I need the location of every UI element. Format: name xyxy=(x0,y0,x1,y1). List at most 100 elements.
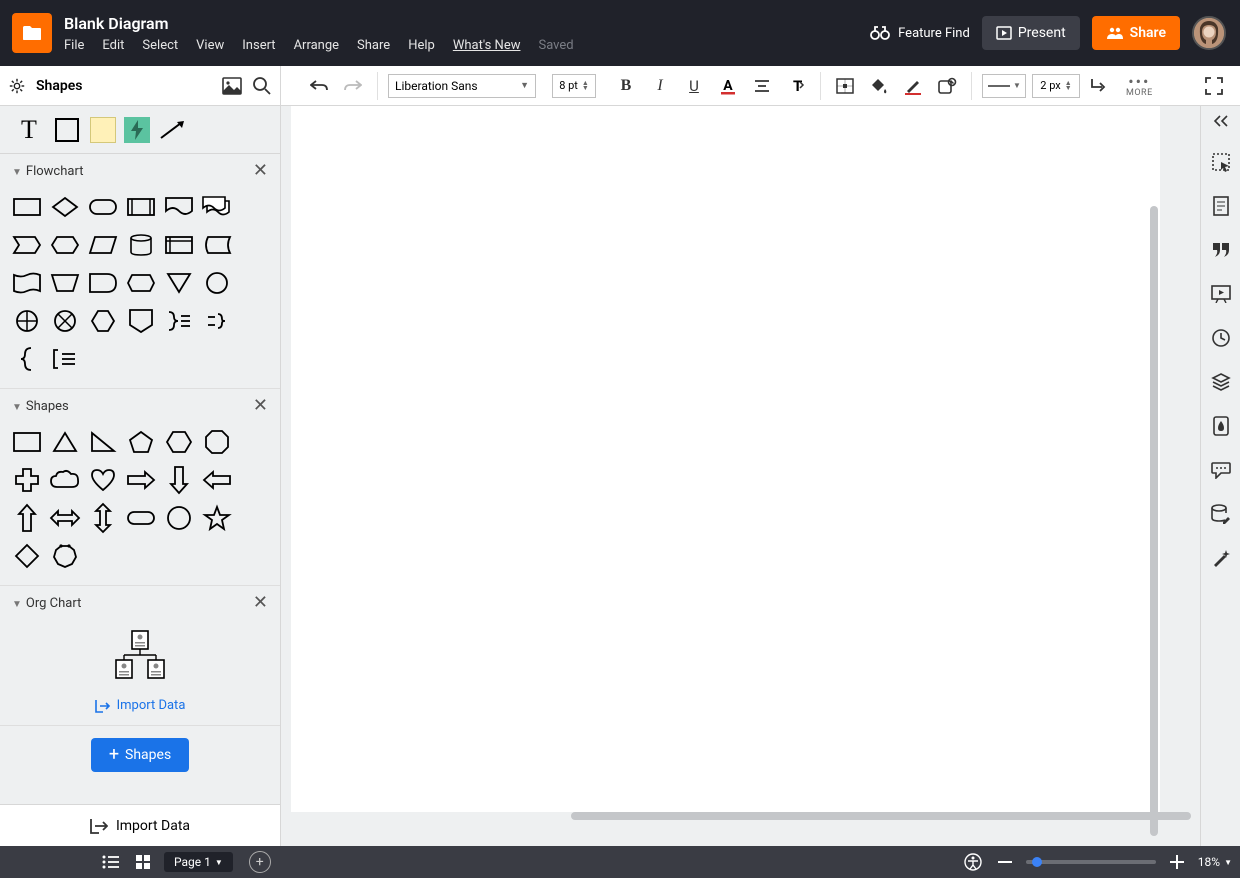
text-options-button[interactable]: T xyxy=(782,72,810,100)
orgchart-import-link[interactable]: Import Data xyxy=(0,698,280,713)
orgchart-shape[interactable] xyxy=(112,630,168,682)
shape-shield[interactable] xyxy=(124,304,158,338)
flowchart-header[interactable]: ▼Flowchart ✕ xyxy=(0,154,280,186)
present-slide-icon[interactable] xyxy=(1209,282,1233,306)
more-button[interactable]: •••MORE xyxy=(1120,74,1159,98)
shape-manual-operation[interactable] xyxy=(48,266,82,300)
wand-icon[interactable] xyxy=(1209,546,1233,570)
line-style-select[interactable]: ▼ xyxy=(982,74,1026,98)
shape-predefined[interactable] xyxy=(124,190,158,224)
close-icon[interactable]: ✕ xyxy=(253,162,268,180)
quick-note[interactable] xyxy=(90,117,116,143)
orgchart-header[interactable]: ▼Org Chart ✕ xyxy=(0,586,280,618)
text-color-button[interactable]: A xyxy=(714,72,742,100)
font-size-select[interactable]: 8 pt▲▼ xyxy=(552,74,596,98)
container-button[interactable] xyxy=(831,72,859,100)
collapse-rail-button[interactable] xyxy=(1201,112,1240,130)
quick-text[interactable]: T xyxy=(14,115,44,145)
line-color-button[interactable] xyxy=(899,72,927,100)
quick-rectangle[interactable] xyxy=(52,115,82,145)
shape-brace-left[interactable] xyxy=(10,342,44,376)
shape-triangle[interactable] xyxy=(48,425,82,459)
quick-arrow[interactable] xyxy=(158,115,188,145)
redo-button[interactable] xyxy=(339,72,367,100)
shape-or[interactable] xyxy=(48,304,82,338)
db-edit-icon[interactable] xyxy=(1209,502,1233,526)
present-button[interactable]: Present xyxy=(982,16,1080,50)
shapes-header[interactable]: ▼Shapes ✕ xyxy=(0,389,280,421)
shape-decision[interactable] xyxy=(48,190,82,224)
shape-triangle-down[interactable] xyxy=(162,266,196,300)
history-icon[interactable] xyxy=(1209,326,1233,350)
quote-icon[interactable] xyxy=(1209,238,1233,262)
quick-action[interactable] xyxy=(124,117,150,143)
menu-whatsnew[interactable]: What's New xyxy=(453,38,521,53)
user-avatar[interactable] xyxy=(1192,16,1226,50)
zoom-in-button[interactable] xyxy=(1166,851,1188,873)
shape-arrow-left[interactable] xyxy=(200,463,234,497)
font-family-select[interactable]: Liberation Sans▼ xyxy=(388,74,536,98)
underline-button[interactable]: U xyxy=(680,72,708,100)
shape-rectangle[interactable] xyxy=(10,425,44,459)
shape-terminator[interactable] xyxy=(86,190,120,224)
shape-connector[interactable] xyxy=(200,266,234,300)
shape-arrow-down[interactable] xyxy=(162,463,196,497)
vertical-scrollbar[interactable] xyxy=(1150,106,1158,810)
shape-arrow-ud[interactable] xyxy=(86,501,120,535)
shape-arrow-right[interactable] xyxy=(124,463,158,497)
search-icon[interactable] xyxy=(252,76,272,96)
layers-icon[interactable] xyxy=(1209,370,1233,394)
accessibility-icon[interactable] xyxy=(962,851,984,873)
shape-stored-data[interactable] xyxy=(200,228,234,262)
app-logo[interactable] xyxy=(12,13,52,53)
fill-button[interactable] xyxy=(865,72,893,100)
line-width-select[interactable]: 2 px▲▼ xyxy=(1032,74,1080,98)
shape-bracket-list[interactable] xyxy=(48,342,82,376)
zoom-out-button[interactable] xyxy=(994,851,1016,873)
shape-off-page[interactable] xyxy=(10,228,44,262)
line-routing-button[interactable] xyxy=(1086,72,1114,100)
shape-poly-badge[interactable] xyxy=(48,539,82,573)
drop-icon[interactable] xyxy=(1209,414,1233,438)
list-view-icon[interactable] xyxy=(100,851,122,873)
comment-icon[interactable] xyxy=(1209,458,1233,482)
zoom-slider[interactable] xyxy=(1026,860,1156,864)
shape-arrow-up[interactable] xyxy=(10,501,44,535)
image-icon[interactable] xyxy=(222,76,242,96)
shape-card[interactable] xyxy=(10,266,44,300)
close-icon[interactable]: ✕ xyxy=(253,594,268,612)
shape-cross[interactable] xyxy=(10,463,44,497)
italic-button[interactable]: I xyxy=(646,72,674,100)
shapes-scroll-area[interactable]: ▼Flowchart ✕ xyxy=(0,154,280,804)
canvas-area[interactable] xyxy=(281,106,1200,846)
shape-delay[interactable] xyxy=(86,266,120,300)
bold-button[interactable]: B xyxy=(612,72,640,100)
zoom-percent[interactable]: 18%▼ xyxy=(1198,855,1232,869)
shape-document[interactable] xyxy=(162,190,196,224)
shape-diamond[interactable] xyxy=(10,539,44,573)
import-data-footer[interactable]: Import Data xyxy=(0,804,280,846)
shape-brace-right-list[interactable] xyxy=(162,304,196,338)
gear-icon[interactable] xyxy=(8,77,26,95)
shape-process[interactable] xyxy=(10,190,44,224)
horizontal-scrollbar[interactable] xyxy=(571,812,1152,820)
close-icon[interactable]: ✕ xyxy=(253,397,268,415)
shape-circle[interactable] xyxy=(162,501,196,535)
shape-internal-storage[interactable] xyxy=(162,228,196,262)
shape-hexagon-small[interactable] xyxy=(86,304,120,338)
shape-heart[interactable] xyxy=(86,463,120,497)
page-selector[interactable]: Page 1▼ xyxy=(164,852,233,872)
shape-display[interactable] xyxy=(124,266,158,300)
menu-insert[interactable]: Insert xyxy=(242,38,275,53)
shape-hexagon[interactable] xyxy=(162,425,196,459)
page-settings-icon[interactable] xyxy=(1209,194,1233,218)
document-title[interactable]: Blank Diagram xyxy=(64,16,870,32)
select-bounds-icon[interactable] xyxy=(1209,150,1233,174)
add-shapes-button[interactable]: + Shapes xyxy=(91,738,189,772)
shape-brace-short[interactable] xyxy=(200,304,234,338)
shape-cloud[interactable] xyxy=(48,463,82,497)
shape-octagon[interactable] xyxy=(200,425,234,459)
shape-multi-document[interactable] xyxy=(200,190,234,224)
menu-share[interactable]: Share xyxy=(357,38,390,53)
align-button[interactable] xyxy=(748,72,776,100)
